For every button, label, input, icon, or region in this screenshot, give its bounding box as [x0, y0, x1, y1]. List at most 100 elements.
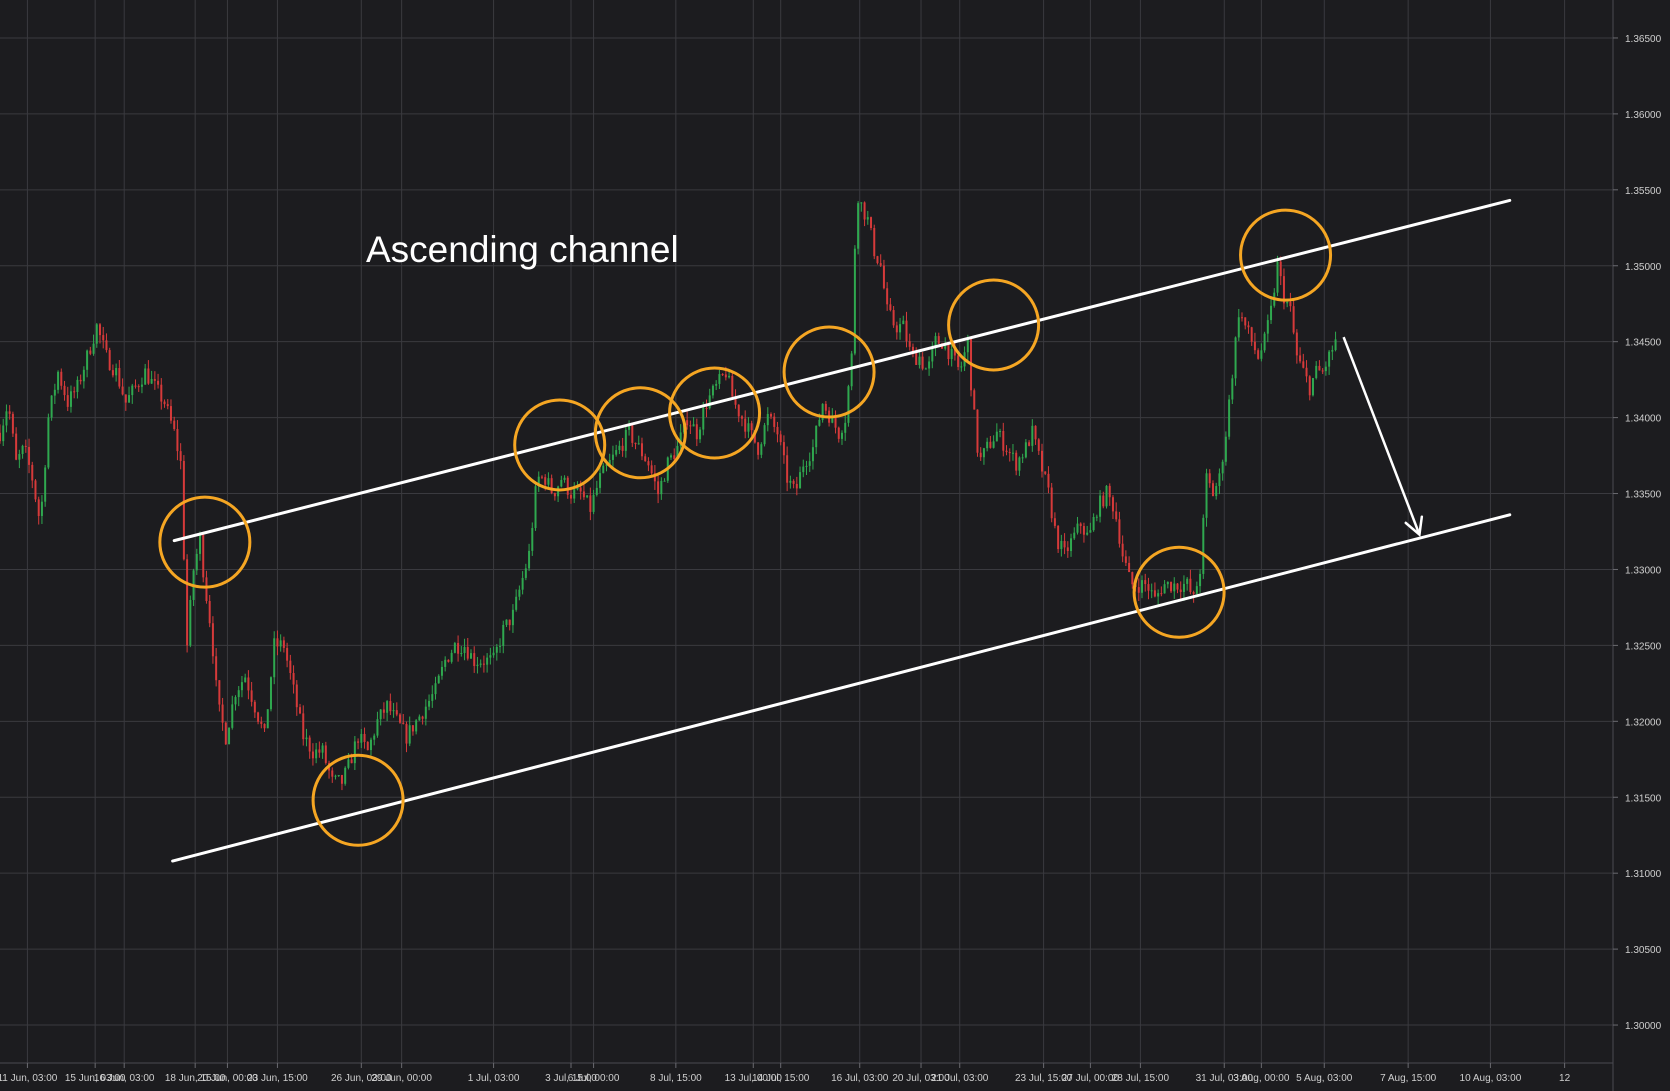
candle-body	[228, 727, 231, 745]
candle-body	[1308, 376, 1311, 396]
candle-body	[728, 375, 731, 378]
candle-body	[469, 653, 472, 659]
candle	[50, 395, 53, 421]
candle-body	[1208, 473, 1211, 484]
candle	[1170, 581, 1173, 594]
candle-body	[247, 677, 250, 691]
candle-body	[408, 725, 411, 744]
candle-body	[1028, 442, 1031, 446]
candle-body	[611, 454, 614, 460]
candle-body	[670, 455, 673, 458]
candle-body	[702, 408, 705, 430]
time-tick-label: 28 Jul, 15:00	[1112, 1073, 1170, 1084]
candle-body	[457, 643, 460, 654]
price-tick-label: 1.35500	[1625, 186, 1662, 197]
candle-body	[282, 640, 285, 648]
candle	[44, 465, 47, 507]
candle-body	[286, 647, 289, 661]
candle-body	[121, 386, 124, 395]
candle-body	[563, 477, 566, 480]
candle-body	[1253, 341, 1256, 351]
candle-body	[1137, 587, 1140, 593]
candle	[47, 413, 50, 470]
candle-body	[1315, 365, 1318, 379]
candle-body	[999, 431, 1002, 433]
candle-body	[1076, 523, 1079, 533]
candle-body	[11, 413, 14, 434]
candle	[228, 727, 231, 745]
candle-body	[847, 386, 850, 423]
candle-body	[137, 386, 140, 388]
candle-body	[463, 647, 466, 654]
candle-body	[731, 375, 734, 397]
candle-body	[21, 445, 24, 455]
candle-body	[766, 413, 769, 426]
candle-body	[363, 733, 366, 742]
candle-body	[1221, 461, 1224, 474]
candle-body	[518, 589, 521, 597]
candle-body	[344, 767, 347, 784]
candle-body	[715, 383, 718, 386]
candle-body	[424, 706, 427, 719]
candle-body	[1160, 593, 1163, 595]
candle-body	[540, 476, 543, 478]
candle	[224, 721, 227, 745]
candle-body	[389, 701, 392, 712]
candle-body	[886, 288, 889, 305]
candle-body	[586, 495, 589, 498]
candle-body	[660, 480, 663, 495]
candle	[266, 709, 269, 729]
candle-body	[792, 480, 795, 484]
candle-body	[1111, 497, 1114, 512]
candle-body	[866, 217, 869, 220]
candle-body	[928, 361, 931, 369]
candle-body	[1234, 337, 1237, 379]
candle-body	[1057, 525, 1060, 550]
candle	[850, 350, 853, 391]
candle-body	[37, 499, 40, 516]
candle-body	[415, 720, 418, 732]
candle-body	[244, 677, 247, 683]
candle-body	[28, 446, 31, 465]
candle-body	[421, 716, 424, 719]
candle-body	[250, 690, 253, 702]
candle-body	[1108, 485, 1111, 498]
candle-body	[1263, 333, 1266, 351]
candle-body	[169, 406, 172, 421]
candle-body	[534, 486, 537, 529]
candle-body	[837, 427, 840, 439]
candle-body	[128, 395, 131, 403]
candle-body	[1008, 452, 1011, 454]
price-tick-label: 1.33000	[1625, 565, 1662, 576]
candle-body	[69, 391, 72, 407]
candle-body	[686, 420, 689, 426]
candle-body	[1289, 301, 1292, 307]
candle-body	[340, 775, 343, 784]
candle	[453, 641, 456, 654]
time-tick-label: 11 Jun, 03:00	[0, 1073, 58, 1084]
candle-body	[269, 677, 272, 710]
time-tick-label: 10 Aug, 03:00	[1460, 1073, 1522, 1084]
candle-body	[1089, 530, 1092, 533]
candle-body	[528, 550, 531, 569]
candlestick-chart: 1.36500 1.36000 1.35500 1.35000 1.34500 1.340…	[0, 0, 1670, 1091]
candle-body	[905, 320, 908, 342]
candle-body	[957, 355, 960, 368]
candle	[34, 479, 37, 503]
candle-body	[1244, 317, 1247, 326]
candle-body	[502, 624, 505, 646]
candle-body	[82, 369, 85, 382]
candle-body	[1182, 583, 1185, 592]
candle-body	[840, 432, 843, 439]
candle-body	[689, 425, 692, 427]
candle-body	[405, 723, 408, 744]
price-tick-label: 1.34000	[1625, 414, 1662, 425]
candle-body	[995, 431, 998, 442]
candle-body	[973, 390, 976, 410]
candle-body	[737, 404, 740, 417]
candle-body	[1331, 350, 1334, 352]
candle-body	[1318, 365, 1321, 371]
candle-body	[595, 487, 598, 495]
candle-body	[1131, 572, 1134, 585]
candle-body	[1237, 317, 1240, 338]
